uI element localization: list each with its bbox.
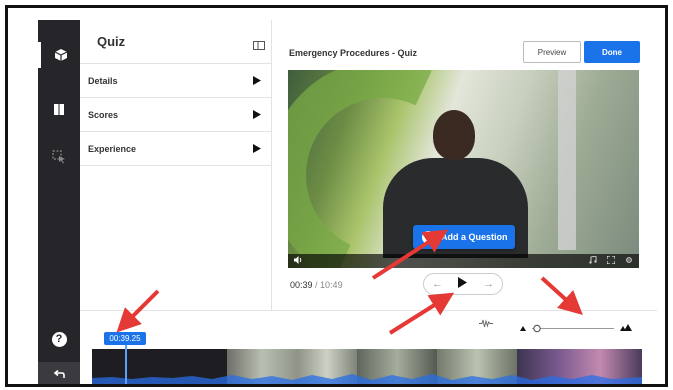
play-icon[interactable] <box>458 277 468 291</box>
zoom-out-icon <box>520 326 526 331</box>
panel-row-scores[interactable]: Scores <box>80 98 271 132</box>
volume-icon[interactable] <box>294 256 303 266</box>
music-note-icon[interactable] <box>589 255 597 266</box>
book-icon[interactable] <box>38 96 80 122</box>
add-question-button[interactable]: + Add a Question <box>413 225 515 249</box>
app-frame: ? Quiz Details Scores Experience Emergen… <box>5 5 668 387</box>
waveform-toggle-icon[interactable] <box>479 319 493 330</box>
cube-icon[interactable] <box>38 42 80 68</box>
next-arrow-icon[interactable]: → <box>483 278 494 290</box>
main-area: Emergency Procedures - Quiz Preview Done <box>273 20 657 310</box>
playback-controls: ← → <box>423 273 503 295</box>
timeline-area: 00:39.25 <box>80 310 657 384</box>
zoom-in-icon <box>620 324 632 331</box>
done-button[interactable]: Done <box>584 41 640 63</box>
panel-row-label: Scores <box>88 109 119 120</box>
panel-row-details[interactable]: Details <box>80 64 271 98</box>
back-icon[interactable] <box>38 362 80 384</box>
left-nav: ? <box>38 20 80 384</box>
time-separator: / <box>312 280 321 290</box>
zoom-slider-thumb <box>533 324 541 333</box>
panel-header: Quiz <box>80 20 271 64</box>
presenter-head <box>433 110 475 160</box>
timeline-filmstrip[interactable] <box>92 349 642 384</box>
cursor-select-icon[interactable] <box>38 144 80 170</box>
panel-toggle-icon[interactable] <box>253 37 265 55</box>
fullscreen-icon[interactable] <box>606 255 616 266</box>
panel-title: Quiz <box>97 34 126 49</box>
preview-button[interactable]: Preview <box>523 41 581 63</box>
plus-icon: + <box>422 230 435 244</box>
panel-row-experience[interactable]: Experience <box>80 132 271 166</box>
panel-row-label: Details <box>88 75 118 86</box>
video-control-bar <box>288 254 639 268</box>
timeline-playhead[interactable] <box>125 341 127 384</box>
help-icon[interactable]: ? <box>38 326 80 352</box>
video-background-pole <box>558 70 576 250</box>
help-icon-label: ? <box>51 331 67 347</box>
current-time: 00:39 <box>290 280 313 290</box>
expand-arrow-icon <box>253 110 261 119</box>
time-display: 00:39 / 10:49 <box>290 280 343 290</box>
expand-arrow-icon <box>253 76 261 85</box>
previous-arrow-icon[interactable]: ← <box>432 278 443 290</box>
playhead-time-badge: 00:39.25 <box>104 332 146 345</box>
quiz-panel: Quiz Details Scores Experience <box>80 20 272 310</box>
add-question-label: Add a Question <box>441 232 508 242</box>
panel-row-label: Experience <box>88 143 137 154</box>
settings-icon[interactable] <box>625 256 633 266</box>
total-time: 10:49 <box>320 280 343 290</box>
expand-arrow-icon <box>253 144 261 153</box>
zoom-slider[interactable] <box>520 320 636 333</box>
audio-waveform <box>92 374 642 384</box>
page-title: Emergency Procedures - Quiz <box>289 48 418 58</box>
